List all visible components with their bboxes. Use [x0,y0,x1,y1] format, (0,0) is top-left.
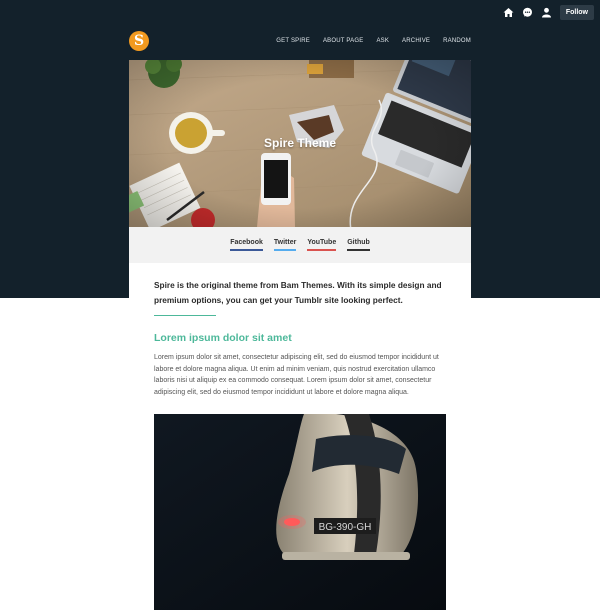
facebook-link[interactable]: Facebook [230,239,263,251]
post-photo: BG-390-GH [154,414,446,610]
nav-get-spire[interactable]: GET SPIRE [276,38,310,44]
license-plate: BG-390-GH [319,522,372,533]
hero-title: Spire Theme [263,136,337,150]
post-body: Lorem ipsum dolor sit amet, consectetur … [154,354,439,396]
car-photo: BG-390-GH [154,414,446,610]
tumblr-controls: Follow [503,5,594,20]
main-nav: GET SPIRE ABOUT PAGE ASK ARCHIVE RANDOM [276,38,471,44]
divider [154,315,216,316]
intro-text: Spire is the original theme from Bam The… [154,280,442,305]
nav-ask[interactable]: ASK [376,38,389,44]
twitter-link[interactable]: Twitter [273,239,297,251]
main-content: Spire is the original theme from Bam The… [129,263,471,610]
home-icon[interactable] [503,7,514,18]
site-logo[interactable]: S [129,31,149,51]
post-title[interactable]: Lorem ipsum dolor sit amet [154,332,292,344]
nav-random[interactable]: RANDOM [443,38,471,44]
message-icon[interactable] [522,7,533,18]
nav-about-page[interactable]: ABOUT PAGE [323,38,363,44]
nav-archive[interactable]: ARCHIVE [402,38,430,44]
youtube-link[interactable]: YouTube [307,239,337,251]
follow-button[interactable]: Follow [559,5,594,20]
social-links: Facebook Twitter YouTube Github [129,227,471,263]
hero-image: Spire Theme [129,60,471,227]
github-link[interactable]: Github [347,239,370,251]
user-icon[interactable] [541,7,552,18]
